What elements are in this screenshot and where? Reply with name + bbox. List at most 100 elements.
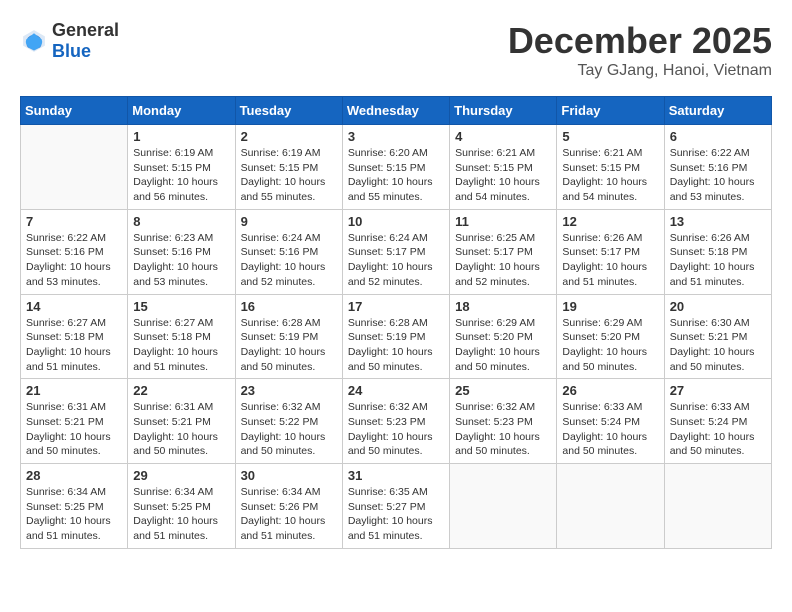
day-info: Sunrise: 6:29 AM Sunset: 5:20 PM Dayligh… bbox=[455, 316, 551, 375]
calendar-cell: 13 Sunrise: 6:26 AM Sunset: 5:18 PM Dayli… bbox=[664, 209, 771, 294]
calendar-week-3: 14 Sunrise: 6:27 AM Sunset: 5:18 PM Dayli… bbox=[21, 294, 772, 379]
logo: General Blue bbox=[20, 20, 119, 62]
col-header-wednesday: Wednesday bbox=[342, 97, 449, 125]
calendar-cell: 17Sunrise: 6:28 AM Sunset: 5:19 PM Dayli… bbox=[342, 294, 449, 379]
calendar-cell: 6 Sunrise: 6:22 AM Sunset: 5:16 PM Daylig… bbox=[664, 125, 771, 210]
day-info: Sunrise: 6:22 AM Sunset: 5:16 PM Dayligh… bbox=[670, 146, 766, 205]
logo-text-blue: Blue bbox=[52, 41, 91, 61]
calendar-cell: 19 Sunrise: 6:29 AM Sunset: 5:20 PM Dayli… bbox=[557, 294, 664, 379]
col-header-saturday: Saturday bbox=[664, 97, 771, 125]
day-number: 24 bbox=[348, 383, 444, 398]
day-number: 31 bbox=[348, 468, 444, 483]
day-number: 2 bbox=[241, 129, 337, 144]
day-number: 12 bbox=[562, 214, 658, 229]
calendar-cell: 22 Sunrise: 6:31 AM Sunset: 5:21 PM Dayli… bbox=[128, 379, 235, 464]
calendar-cell bbox=[450, 464, 557, 549]
day-info: Sunrise: 6:28 AM Sunset: 5:19 PM Dayligh… bbox=[348, 316, 444, 375]
calendar-cell: 4 Sunrise: 6:21 AM Sunset: 5:15 PM Daylig… bbox=[450, 125, 557, 210]
day-number: 18 bbox=[455, 299, 551, 314]
col-header-tuesday: Tuesday bbox=[235, 97, 342, 125]
location-title: Tay GJang, Hanoi, Vietnam bbox=[508, 62, 772, 80]
calendar-cell: 24 Sunrise: 6:32 AM Sunset: 5:23 PM Dayli… bbox=[342, 379, 449, 464]
day-number: 13 bbox=[670, 214, 766, 229]
day-info: Sunrise: 6:31 AM Sunset: 5:21 PM Dayligh… bbox=[133, 400, 229, 459]
day-info: Sunrise: 6:30 AM Sunset: 5:21 PM Dayligh… bbox=[670, 316, 766, 375]
calendar-cell: 27 Sunrise: 6:33 AM Sunset: 5:24 PM Dayli… bbox=[664, 379, 771, 464]
col-header-sunday: Sunday bbox=[21, 97, 128, 125]
day-number: 8 bbox=[133, 214, 229, 229]
day-info: Sunrise: 6:25 AM Sunset: 5:17 PM Dayligh… bbox=[455, 231, 551, 290]
day-info: Sunrise: 6:32 AM Sunset: 5:23 PM Dayligh… bbox=[455, 400, 551, 459]
day-info: Sunrise: 6:34 AM Sunset: 5:25 PM Dayligh… bbox=[26, 485, 122, 544]
day-number: 5 bbox=[562, 129, 658, 144]
calendar-week-5: 28Sunrise: 6:34 AM Sunset: 5:25 PM Dayli… bbox=[21, 464, 772, 549]
col-header-thursday: Thursday bbox=[450, 97, 557, 125]
day-number: 10 bbox=[348, 214, 444, 229]
title-area: December 2025 Tay GJang, Hanoi, Vietnam bbox=[508, 20, 772, 80]
calendar-cell: 2Sunrise: 6:19 AM Sunset: 5:15 PM Daylig… bbox=[235, 125, 342, 210]
calendar-cell: 20Sunrise: 6:30 AM Sunset: 5:21 PM Dayli… bbox=[664, 294, 771, 379]
day-info: Sunrise: 6:32 AM Sunset: 5:23 PM Dayligh… bbox=[348, 400, 444, 459]
day-info: Sunrise: 6:26 AM Sunset: 5:17 PM Dayligh… bbox=[562, 231, 658, 290]
day-number: 16 bbox=[241, 299, 337, 314]
day-number: 6 bbox=[670, 129, 766, 144]
calendar-cell: 25 Sunrise: 6:32 AM Sunset: 5:23 PM Dayli… bbox=[450, 379, 557, 464]
col-header-monday: Monday bbox=[128, 97, 235, 125]
day-number: 4 bbox=[455, 129, 551, 144]
day-info: Sunrise: 6:32 AM Sunset: 5:22 PM Dayligh… bbox=[241, 400, 337, 459]
calendar-cell: 21 Sunrise: 6:31 AM Sunset: 5:21 PM Dayli… bbox=[21, 379, 128, 464]
day-number: 22 bbox=[133, 383, 229, 398]
day-info: Sunrise: 6:29 AM Sunset: 5:20 PM Dayligh… bbox=[562, 316, 658, 375]
page-header: General Blue December 2025 Tay GJang, Ha… bbox=[20, 20, 772, 80]
day-number: 27 bbox=[670, 383, 766, 398]
day-number: 1 bbox=[133, 129, 229, 144]
col-header-friday: Friday bbox=[557, 97, 664, 125]
calendar-cell: 3Sunrise: 6:20 AM Sunset: 5:15 PM Daylig… bbox=[342, 125, 449, 210]
day-number: 7 bbox=[26, 214, 122, 229]
day-number: 25 bbox=[455, 383, 551, 398]
calendar-cell bbox=[21, 125, 128, 210]
calendar-cell: 1 Sunrise: 6:19 AM Sunset: 5:15 PM Daylig… bbox=[128, 125, 235, 210]
day-number: 19 bbox=[562, 299, 658, 314]
day-number: 30 bbox=[241, 468, 337, 483]
calendar-cell bbox=[664, 464, 771, 549]
calendar-header-row: SundayMondayTuesdayWednesdayThursdayFrid… bbox=[21, 97, 772, 125]
day-info: Sunrise: 6:27 AM Sunset: 5:18 PM Dayligh… bbox=[133, 316, 229, 375]
day-info: Sunrise: 6:21 AM Sunset: 5:15 PM Dayligh… bbox=[562, 146, 658, 205]
calendar-cell: 5 Sunrise: 6:21 AM Sunset: 5:15 PM Daylig… bbox=[557, 125, 664, 210]
day-info: Sunrise: 6:33 AM Sunset: 5:24 PM Dayligh… bbox=[562, 400, 658, 459]
day-number: 14 bbox=[26, 299, 122, 314]
calendar-cell: 15 Sunrise: 6:27 AM Sunset: 5:18 PM Dayli… bbox=[128, 294, 235, 379]
calendar-cell: 14Sunrise: 6:27 AM Sunset: 5:18 PM Dayli… bbox=[21, 294, 128, 379]
day-info: Sunrise: 6:21 AM Sunset: 5:15 PM Dayligh… bbox=[455, 146, 551, 205]
day-info: Sunrise: 6:26 AM Sunset: 5:18 PM Dayligh… bbox=[670, 231, 766, 290]
calendar-cell: 10 Sunrise: 6:24 AM Sunset: 5:17 PM Dayli… bbox=[342, 209, 449, 294]
day-info: Sunrise: 6:24 AM Sunset: 5:16 PM Dayligh… bbox=[241, 231, 337, 290]
day-number: 11 bbox=[455, 214, 551, 229]
calendar-table: SundayMondayTuesdayWednesdayThursdayFrid… bbox=[20, 96, 772, 549]
logo-text-general: General bbox=[52, 20, 119, 40]
day-info: Sunrise: 6:31 AM Sunset: 5:21 PM Dayligh… bbox=[26, 400, 122, 459]
day-number: 23 bbox=[241, 383, 337, 398]
day-number: 26 bbox=[562, 383, 658, 398]
day-number: 15 bbox=[133, 299, 229, 314]
day-info: Sunrise: 6:34 AM Sunset: 5:26 PM Dayligh… bbox=[241, 485, 337, 544]
calendar-cell: 9 Sunrise: 6:24 AM Sunset: 5:16 PM Daylig… bbox=[235, 209, 342, 294]
day-number: 9 bbox=[241, 214, 337, 229]
calendar-cell: 29 Sunrise: 6:34 AM Sunset: 5:25 PM Dayli… bbox=[128, 464, 235, 549]
calendar-cell: 11 Sunrise: 6:25 AM Sunset: 5:17 PM Dayli… bbox=[450, 209, 557, 294]
calendar-cell: 26 Sunrise: 6:33 AM Sunset: 5:24 PM Dayli… bbox=[557, 379, 664, 464]
calendar-cell: 16Sunrise: 6:28 AM Sunset: 5:19 PM Dayli… bbox=[235, 294, 342, 379]
day-number: 3 bbox=[348, 129, 444, 144]
calendar-cell: 8Sunrise: 6:23 AM Sunset: 5:16 PM Daylig… bbox=[128, 209, 235, 294]
day-info: Sunrise: 6:19 AM Sunset: 5:15 PM Dayligh… bbox=[133, 146, 229, 205]
day-number: 21 bbox=[26, 383, 122, 398]
day-info: Sunrise: 6:24 AM Sunset: 5:17 PM Dayligh… bbox=[348, 231, 444, 290]
month-title: December 2025 bbox=[508, 20, 772, 62]
day-info: Sunrise: 6:34 AM Sunset: 5:25 PM Dayligh… bbox=[133, 485, 229, 544]
calendar-cell: 30 Sunrise: 6:34 AM Sunset: 5:26 PM Dayli… bbox=[235, 464, 342, 549]
calendar-cell: 23 Sunrise: 6:32 AM Sunset: 5:22 PM Dayli… bbox=[235, 379, 342, 464]
day-info: Sunrise: 6:22 AM Sunset: 5:16 PM Dayligh… bbox=[26, 231, 122, 290]
day-info: Sunrise: 6:33 AM Sunset: 5:24 PM Dayligh… bbox=[670, 400, 766, 459]
day-number: 29 bbox=[133, 468, 229, 483]
